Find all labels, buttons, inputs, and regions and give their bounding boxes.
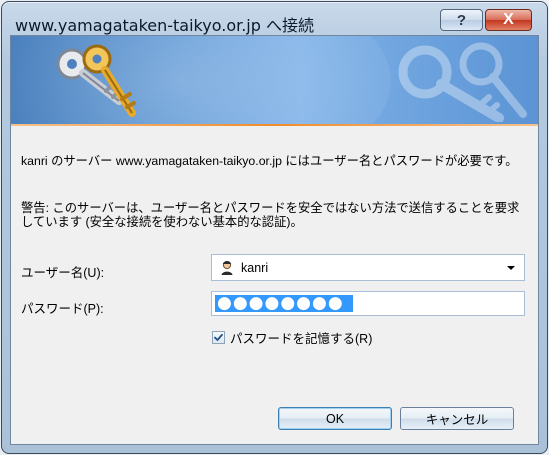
server-message: kanri のサーバー www.yamagataken-taikyo.or.jp… bbox=[21, 154, 518, 168]
window-title: www.yamagataken-taikyo.or.jp へ接続 bbox=[15, 16, 314, 35]
username-label: ユーザー名(U): bbox=[21, 266, 105, 280]
username-combobox[interactable]: kanri bbox=[211, 254, 525, 281]
remember-password-label: パスワードを記憶する(R) bbox=[230, 332, 373, 346]
keys-icon bbox=[56, 44, 136, 117]
close-icon: X bbox=[503, 11, 514, 28]
chevron-down-icon[interactable] bbox=[506, 263, 516, 273]
password-field[interactable]: ●●●●●●●● bbox=[211, 291, 525, 316]
password-mask: ●●●●●●●● bbox=[215, 295, 353, 312]
credentials-dialog: www.yamagataken-taikyo.or.jp へ接続 ? X kan… bbox=[1, 1, 548, 454]
remember-password-checkbox[interactable] bbox=[212, 331, 225, 344]
user-icon bbox=[221, 260, 233, 275]
remember-password-row[interactable]: パスワードを記憶する(R) bbox=[212, 328, 372, 347]
help-icon: ? bbox=[456, 11, 467, 29]
help-button[interactable]: ? bbox=[440, 9, 483, 31]
banner bbox=[11, 36, 538, 125]
dialog-body: kanri のサーバー www.yamagataken-taikyo.or.jp… bbox=[10, 35, 539, 445]
banner-divider bbox=[11, 124, 538, 126]
ok-button[interactable]: OK bbox=[278, 407, 392, 430]
username-value: kanri bbox=[241, 260, 269, 275]
warning-message: 警告: このサーバーは、ユーザー名とパスワードを安全ではない方法で送信することを… bbox=[21, 201, 520, 229]
close-button[interactable]: X bbox=[485, 9, 532, 31]
checkmark-icon bbox=[214, 333, 223, 341]
keys-watermark-icon bbox=[398, 42, 527, 122]
cancel-button[interactable]: キャンセル bbox=[400, 407, 514, 430]
password-label: パスワード(P): bbox=[21, 302, 104, 316]
